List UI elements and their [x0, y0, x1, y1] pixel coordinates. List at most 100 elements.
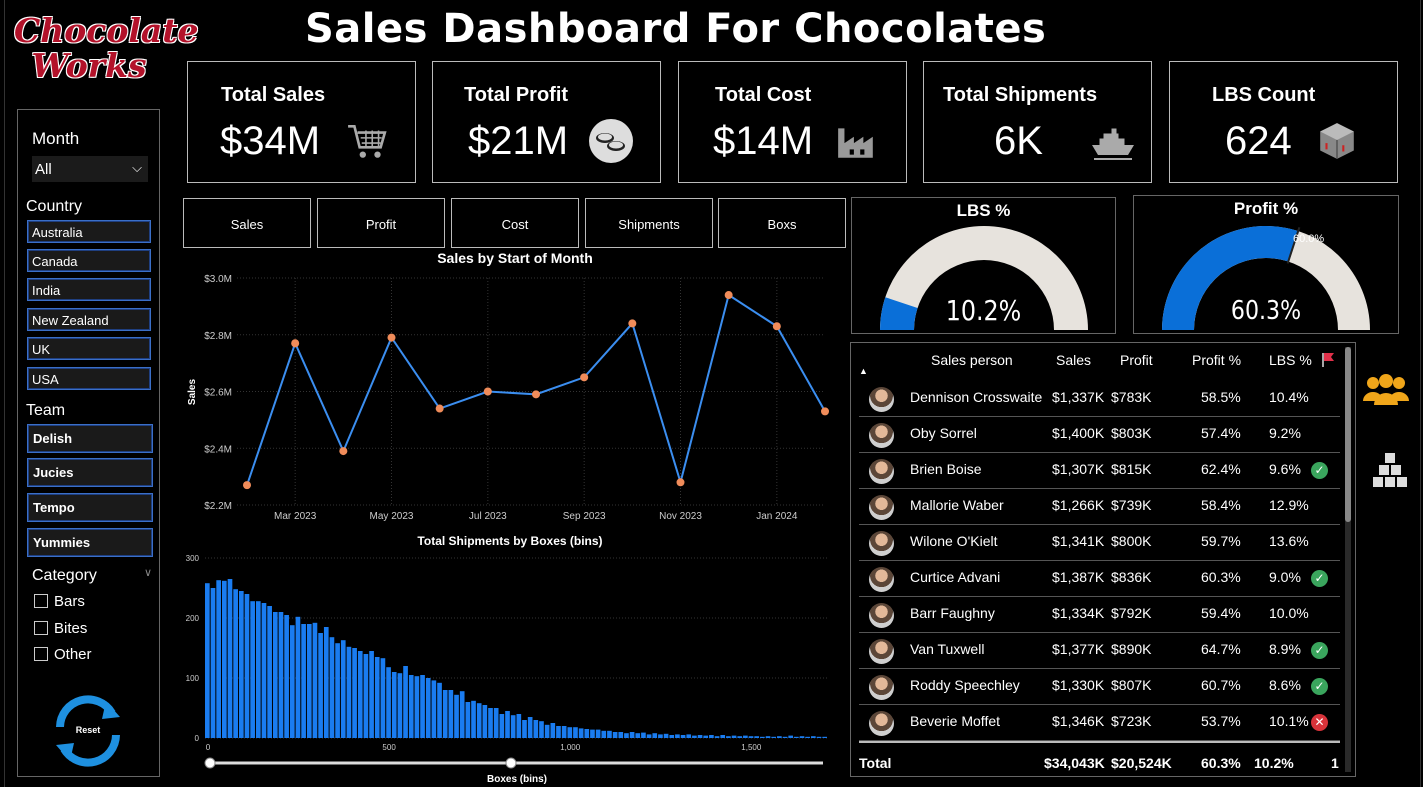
data-point — [291, 339, 300, 348]
table-row[interactable]: Wilone O'Kielt $1,341K $800K 59.7% 13.6% — [859, 525, 1340, 561]
kpi-value: $14M — [713, 119, 814, 163]
cell-lbs-pct: 12.9% — [1269, 497, 1309, 513]
checkbox-label: Bars — [54, 593, 85, 610]
country-button-india[interactable]: India — [27, 278, 151, 301]
sales-person-name: Wilone O'Kielt — [910, 533, 998, 549]
histogram-bar — [590, 729, 595, 738]
reset-button[interactable]: Reset — [46, 693, 130, 769]
profit-percent-gauge: Profit % 60.3% 60.0% — [1133, 195, 1399, 334]
cell-profit-pct: 59.7% — [1201, 533, 1241, 549]
avatar — [869, 387, 894, 412]
histogram-bar — [397, 673, 403, 738]
histogram-bar — [346, 646, 352, 738]
checkbox-box[interactable] — [34, 647, 48, 661]
histogram-bar — [403, 666, 408, 738]
country-button-uk[interactable]: UK — [27, 337, 151, 360]
table-scrollbar[interactable] — [1345, 347, 1351, 772]
y-tick-label: $2.8M — [204, 331, 232, 342]
x-tick-label: Sep 2023 — [563, 511, 606, 522]
histogram-bar — [284, 615, 289, 738]
avatar — [869, 639, 894, 664]
data-point — [676, 478, 685, 487]
avatar — [869, 495, 894, 520]
cell-profit-pct: 60.3% — [1201, 569, 1241, 585]
scrollbar-thumb[interactable] — [1345, 347, 1351, 522]
tab-cost[interactable]: Cost — [451, 198, 579, 248]
category-filter-label: Category — [32, 567, 97, 584]
col-header-profit-pct[interactable]: Profit % — [1192, 352, 1241, 368]
table-row[interactable]: Brien Boise $1,307K $815K 62.4% 9.6% ✓ — [859, 453, 1340, 489]
table-row[interactable]: Van Tuxwell $1,377K $890K 64.7% 8.9% ✓ — [859, 633, 1340, 669]
cell-sales: $1,400K — [1052, 425, 1105, 441]
stacked-boxes-icon[interactable] — [1370, 452, 1410, 490]
histogram-bar — [250, 601, 255, 738]
histogram-bar — [471, 700, 476, 738]
team-button-tempo[interactable]: Tempo — [27, 493, 153, 522]
country-button-australia[interactable]: Australia — [27, 220, 151, 243]
x-tick-label: Jul 2023 — [469, 511, 507, 522]
check-circle-icon: ✓ — [1311, 570, 1328, 587]
chevron-down-icon[interactable]: ∨ — [144, 566, 152, 579]
team-button-yummies[interactable]: Yummies — [27, 528, 153, 557]
checkbox-box[interactable] — [34, 594, 48, 608]
sort-ascending-icon[interactable]: ▲ — [859, 366, 868, 376]
table-row[interactable]: Mallorie Waber $1,266K $739K 58.4% 12.9% — [859, 489, 1340, 525]
country-button-usa[interactable]: USA — [27, 367, 151, 390]
histogram-bar — [261, 603, 267, 738]
histogram-bar — [255, 601, 261, 738]
histogram-bar — [340, 640, 346, 738]
data-point — [483, 387, 492, 396]
category-checkbox-bars[interactable]: Bars — [34, 593, 85, 610]
country-filter-label: Country — [26, 198, 83, 215]
table-row[interactable]: Dennison Crosswaite $1,337K $783K 58.5% 10.4… — [859, 381, 1340, 417]
col-header-sales[interactable]: Sales — [1056, 352, 1091, 368]
coins-icon — [589, 119, 633, 163]
col-header-sales-person[interactable]: Sales person — [931, 352, 1013, 368]
month-dropdown[interactable]: All ⌵ — [32, 156, 148, 182]
team-button-delish[interactable]: Delish — [27, 424, 153, 453]
histogram-bar — [448, 690, 454, 738]
y-tick-label: 200 — [186, 614, 200, 623]
col-header-lbs-pct[interactable]: LBS % — [1269, 352, 1312, 368]
sales-person-name: Dennison Crosswaite — [910, 389, 1043, 405]
histogram-bar — [760, 736, 765, 738]
country-button-new-zealand[interactable]: New Zealand — [27, 308, 151, 331]
histogram-bar — [816, 736, 822, 738]
cell-profit: $836K — [1111, 569, 1152, 585]
tab-profit[interactable]: Profit — [317, 198, 445, 248]
check-circle-icon: ✓ — [1311, 678, 1328, 695]
x-tick-label: Mar 2023 — [274, 511, 317, 522]
table-row[interactable]: Beverie Moffet $1,346K $723K 53.7% 10.1% ✕ — [859, 705, 1340, 741]
kpi-value: 624 — [1225, 119, 1292, 163]
histogram-bar — [714, 736, 720, 738]
histogram-bar — [782, 736, 788, 738]
tab-shipments[interactable]: Shipments — [585, 198, 713, 248]
tab-boxs[interactable]: Boxs — [718, 198, 846, 248]
table-row[interactable]: Barr Faughny $1,334K $792K 59.4% 10.0% — [859, 597, 1340, 633]
table-row[interactable]: Roddy Speechley $1,330K $807K 60.7% 8.6% ✓ — [859, 669, 1340, 705]
y-tick-label: 100 — [186, 674, 200, 683]
histogram-bar — [352, 648, 357, 738]
col-header-profit[interactable]: Profit — [1120, 352, 1153, 368]
country-button-canada[interactable]: Canada — [27, 249, 151, 272]
cell-sales: $1,341K — [1052, 533, 1105, 549]
y-tick-label: $2.6M — [204, 388, 232, 399]
histogram-bar — [726, 736, 731, 738]
range-slider-handle-left — [204, 757, 216, 769]
category-checkbox-bites[interactable]: Bites — [34, 620, 87, 637]
histogram-bar — [216, 580, 221, 738]
total-sales: $34,043K — [1044, 755, 1105, 771]
x-tick-label: 500 — [382, 743, 396, 752]
category-checkbox-other[interactable]: Other — [34, 646, 92, 663]
team-button-jucies[interactable]: Jucies — [27, 458, 153, 487]
people-icon[interactable] — [1361, 373, 1411, 407]
histogram-bar — [709, 735, 714, 738]
table-row[interactable]: Curtice Advani $1,387K $836K 60.3% 9.0% ✓ — [859, 561, 1340, 597]
histogram-bar — [408, 675, 414, 738]
histogram-bar — [754, 736, 760, 738]
cell-profit: $890K — [1111, 641, 1152, 657]
tab-sales[interactable]: Sales — [183, 198, 311, 248]
checkbox-box[interactable] — [34, 621, 48, 635]
histogram-bar — [658, 734, 663, 738]
table-row[interactable]: Oby Sorrel $1,400K $803K 57.4% 9.2% — [859, 417, 1340, 453]
